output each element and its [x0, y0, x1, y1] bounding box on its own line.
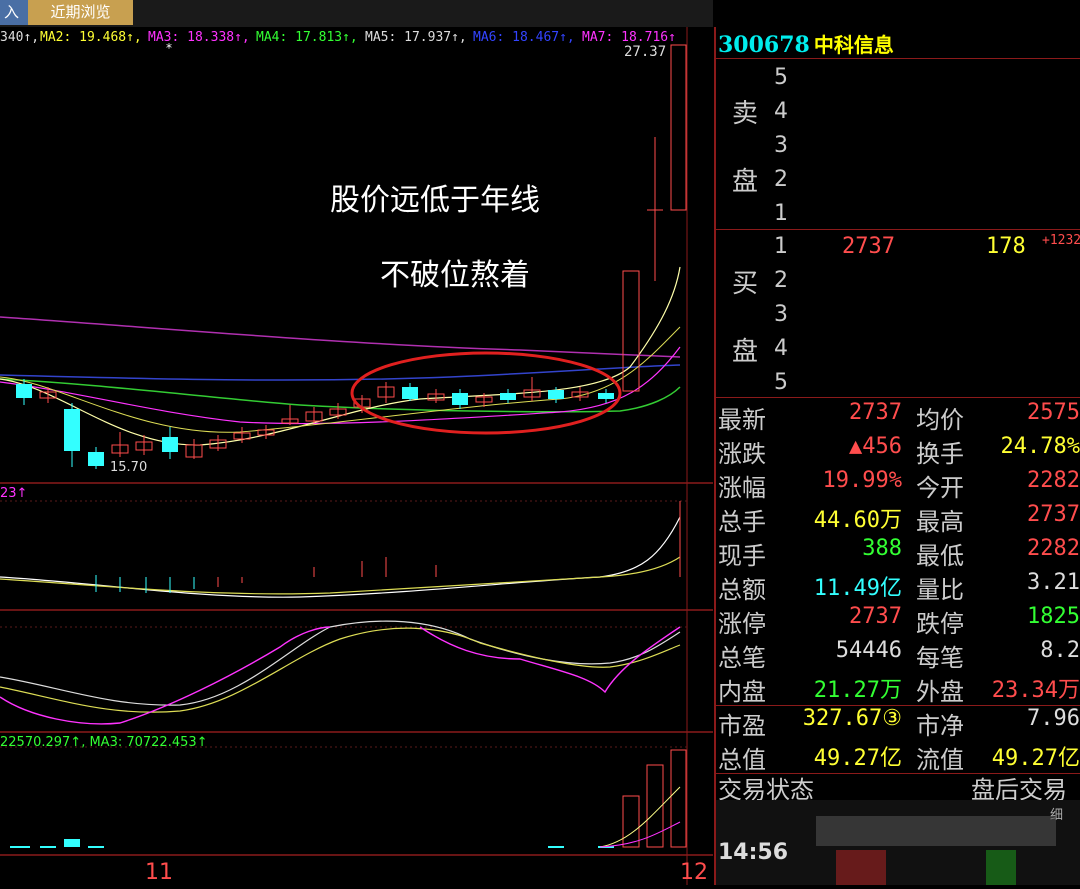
- quote-label: 总笔: [718, 644, 766, 672]
- buy-level-4: 4: [774, 336, 788, 361]
- annotation-1: 股价远低于年线: [330, 183, 540, 218]
- buy-label-2: 盘: [732, 337, 759, 367]
- ma4-text: MA4: 17.813↑,: [256, 30, 358, 45]
- star-mark: *: [166, 41, 172, 55]
- buy-level-5: 5: [774, 370, 788, 395]
- quote-value: 49.27亿: [991, 746, 1080, 771]
- quote-label: 跌停: [916, 610, 964, 638]
- quote-label: 最新: [718, 406, 766, 434]
- sell-level-3: 3: [774, 133, 788, 158]
- buy-level-3: 3: [774, 302, 788, 327]
- quote-label: 均价: [916, 406, 964, 434]
- low-label: 15.70: [110, 460, 147, 475]
- quote-value: 2737: [849, 400, 902, 425]
- x-label-12: 12: [680, 860, 708, 885]
- quote-value: 24.78%: [1000, 434, 1080, 459]
- buy1-change: +1232: [1042, 233, 1080, 248]
- ma5-text: MA5: 17.937↑,: [365, 30, 467, 45]
- quote-value: 11.49亿: [813, 576, 902, 601]
- annotation-2: 不破位熬着: [380, 258, 530, 293]
- tab-input[interactable]: 入: [0, 0, 28, 25]
- quote-value: 21.27万: [813, 678, 902, 703]
- quote-value: 54446: [835, 638, 902, 663]
- quote-value: 8.2: [1040, 638, 1080, 663]
- quote-label: 涨幅: [718, 474, 766, 502]
- stock-code: 300678: [718, 32, 810, 58]
- quote-value: ▲456: [849, 434, 902, 459]
- quote-value: 3.21: [1027, 570, 1080, 595]
- ma6-text: MA6: 18.467↑,: [473, 30, 575, 45]
- buy-level-1: 1: [774, 234, 788, 259]
- svg-text:340↑, MA2: 19.468↑,: 340↑, MA2: 19.468↑, MA3: 18.338↑, MA4: 1…: [0, 30, 676, 45]
- high-label: 27.37: [624, 44, 666, 60]
- sub3-label: 22570.297↑, MA3: 70722.453↑: [0, 735, 208, 750]
- quote-value: 2737: [1027, 502, 1080, 527]
- kline-svg: 340↑, MA2: 19.468↑, MA3: 18.338↑, MA4: 1…: [0, 27, 713, 885]
- quote-value: 49.27亿: [813, 746, 902, 771]
- stock-name: 中科信息: [813, 33, 894, 57]
- sell-level-2: 2: [774, 167, 788, 192]
- quote-value: 1825: [1027, 604, 1080, 629]
- stock-title: 300678 中科信息: [718, 29, 894, 58]
- quote-value: 388: [862, 536, 902, 561]
- quote-value: 327.67③: [802, 706, 902, 731]
- sell-label-2: 盘: [732, 167, 759, 197]
- ma3-text: MA3: 18.338↑,: [148, 30, 250, 45]
- sell-level-4: 4: [774, 99, 788, 124]
- quote-label: 量比: [916, 576, 964, 604]
- sell-label-1: 卖: [732, 99, 759, 129]
- quote-value: 2575: [1027, 400, 1080, 425]
- quote-label: 总手: [718, 508, 766, 536]
- quote-value: 2737: [849, 604, 902, 629]
- sell-level-5: 5: [774, 65, 788, 90]
- quote-label: 涨跌: [718, 440, 766, 468]
- buy1-volume: 178: [986, 234, 1026, 259]
- ma1-text: 340↑,: [0, 30, 39, 45]
- quote-label: 涨停: [718, 610, 766, 638]
- quote-label: 市盈: [718, 712, 766, 740]
- quote-value: 2282: [1027, 536, 1080, 561]
- ma2-text: MA2: 19.468↑,: [40, 30, 142, 45]
- tab-recent[interactable]: 近期浏览: [28, 0, 133, 25]
- buy-level-2: 2: [774, 268, 788, 293]
- quote-label: 内盘: [718, 678, 766, 706]
- tab-bar: 入 近期浏览: [0, 0, 713, 27]
- quote-label: 换手: [916, 440, 964, 468]
- tick-time: 14:56: [718, 840, 789, 865]
- quote-label: 今开: [916, 474, 964, 502]
- quote-value: 44.60万: [813, 508, 902, 533]
- ma7-text: MA7: 18.716↑: [582, 30, 676, 45]
- quote-label: 流值: [916, 746, 964, 774]
- candles: 15.70: [16, 44, 687, 475]
- buy1-price: 2737: [842, 234, 895, 259]
- sub1-label: 23↑: [0, 486, 27, 501]
- quote-label: 市净: [916, 712, 964, 740]
- quote-label: 现手: [718, 542, 766, 570]
- quote-label: 最高: [916, 508, 964, 536]
- quote-value: 19.99%: [822, 468, 902, 493]
- tick-list[interactable]: 细 14:56: [716, 800, 1080, 885]
- buy-label-1: 买: [732, 269, 759, 299]
- quote-panel: 300678 中科信息 卖 盘 5 4 3 2 1 买 盘 1 2 3 4 5 2…: [714, 27, 1080, 885]
- quote-label: 外盘: [916, 678, 964, 706]
- quote-value: 7.96: [1027, 706, 1080, 731]
- quote-value: 2282: [1027, 468, 1080, 493]
- quote-value: 23.34万: [991, 678, 1080, 703]
- sell-level-1: 1: [774, 201, 788, 226]
- kline-chart[interactable]: 340↑, MA2: 19.468↑, MA3: 18.338↑, MA4: 1…: [0, 27, 713, 885]
- quote-label: 最低: [916, 542, 964, 570]
- quote-label: 总额: [718, 576, 766, 604]
- quote-label: 每笔: [916, 644, 964, 672]
- x-label-11: 11: [145, 860, 173, 885]
